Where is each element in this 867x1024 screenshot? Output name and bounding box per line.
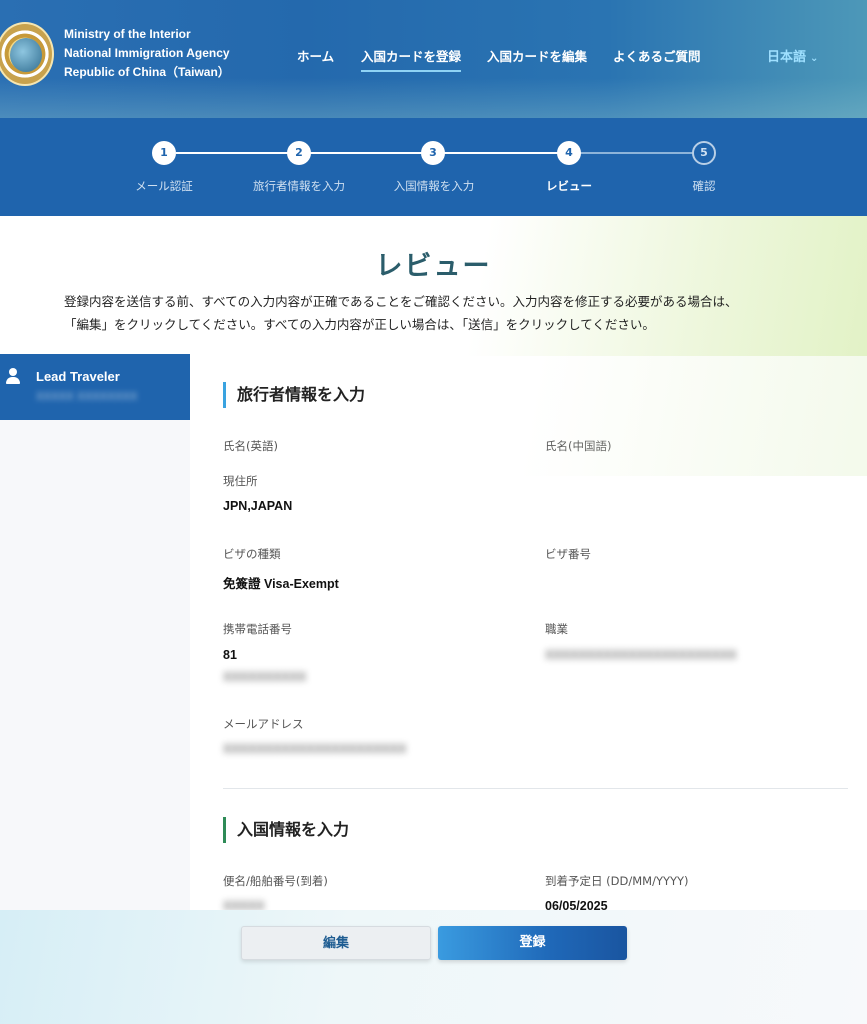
language-label: 日本語 [767, 50, 807, 65]
submit-button[interactable]: 登録 [438, 926, 627, 960]
agency-name: Ministry of the Interior National Immigr… [64, 25, 230, 82]
edit-button[interactable]: 編集 [241, 926, 431, 960]
field-label-residence: 現住所 [223, 474, 258, 488]
field-label-flight: 便名/船舶番号(到着) [223, 874, 328, 888]
step-2-circle: 2 [287, 141, 311, 165]
step-3-circle: 3 [421, 141, 445, 165]
field-value-visa-type: 免簽證 Visa-Exempt [223, 577, 339, 591]
stepper-line-done [176, 152, 569, 154]
intro-line-1: 登録内容を送信する前、すべての入力内容が正確であることをご確認ください。入力内容… [64, 294, 738, 309]
intro-line-2: 「編集」をクリックしてください。すべての入力内容が正しい場合は、「送信」をクリッ… [64, 317, 655, 332]
stepper-line-todo [569, 152, 704, 154]
section-divider [223, 788, 848, 789]
person-icon [6, 368, 20, 384]
field-label-name-en: 氏名(英語) [223, 439, 278, 453]
field-label-arrival-date: 到着予定日 (DD/MM/YYYY) [545, 874, 689, 888]
traveler-sidebar [0, 356, 190, 910]
site-header: Ministry of the Interior National Immigr… [0, 0, 867, 118]
field-value-residence: JPN,JAPAN [223, 499, 293, 513]
step-4-label: レビュー [546, 179, 592, 193]
field-value-arrival-date: 06/05/2025 [545, 899, 608, 910]
review-content: 旅行者情報を入力 氏名(英語) 氏名(中国語) 現住所 JPN,JAPAN ビザ… [190, 356, 867, 910]
nav-edit-card[interactable]: 入国カードを編集 [487, 46, 587, 65]
field-label-occupation: 職業 [545, 622, 568, 636]
step-1-circle: 1 [152, 141, 176, 165]
chevron-down-icon: ⌄ [810, 53, 819, 64]
traveler-name-label: Lead Traveler [36, 369, 120, 384]
field-value-occupation-redacted: XXXXXXXXXXXXXXXXXXXXXXX [545, 648, 737, 662]
agency-line-roc: Republic of China（Taiwan） [64, 65, 230, 79]
step-5-circle: 5 [692, 141, 716, 165]
sidebar-item-lead-traveler[interactable]: Lead Traveler XXXXX XXXXXXXX [0, 354, 190, 420]
progress-stepper: 1 2 3 4 5 メール認証 旅行者情報を入力 入国情報を入力 レビュー 確認 [0, 118, 867, 216]
nav-faq[interactable]: よくあるご質問 [613, 46, 701, 65]
field-value-email-redacted: XXXXXXXXXXXXXXXXXXXXXX [223, 742, 407, 756]
field-label-email: メールアドレス [223, 717, 304, 731]
language-selector[interactable]: 日本語 ⌄ [767, 46, 818, 65]
agency-emblem-logo[interactable] [0, 22, 54, 86]
field-label-visa-number: ビザ番号 [545, 547, 591, 561]
step-3-label: 入国情報を入力 [393, 179, 475, 193]
action-bar [0, 910, 867, 1024]
step-5-label: 確認 [692, 179, 716, 193]
field-label-name-zh: 氏名(中国語) [545, 439, 612, 453]
intro-instructions: 登録内容を送信する前、すべての入力内容が正確であることをご確認ください。入力内容… [64, 290, 824, 336]
field-value-phone-code: 81 [223, 648, 237, 662]
traveler-name-redacted: XXXXX XXXXXXXX [36, 390, 138, 403]
field-label-phone: 携帯電話番号 [223, 622, 292, 636]
agency-line-ministry: Ministry of the Interior [64, 27, 191, 41]
field-value-flight-redacted: XXXXX [223, 899, 265, 910]
field-value-phone-redacted: XXXXXXXXXX [223, 670, 307, 684]
step-1-label: メール認証 [135, 179, 193, 193]
agency-line-nia: National Immigration Agency [64, 46, 230, 60]
nav-home[interactable]: ホーム [297, 46, 334, 65]
section-title-traveler: 旅行者情報を入力 [223, 382, 365, 408]
page-title: レビュー [375, 251, 492, 282]
nav-register-card[interactable]: 入国カードを登録 [361, 46, 462, 72]
step-4-circle: 4 [557, 141, 581, 165]
field-label-visa-type: ビザの種類 [223, 547, 281, 561]
section-title-entry: 入国情報を入力 [223, 817, 349, 843]
step-2-label: 旅行者情報を入力 [253, 179, 345, 193]
